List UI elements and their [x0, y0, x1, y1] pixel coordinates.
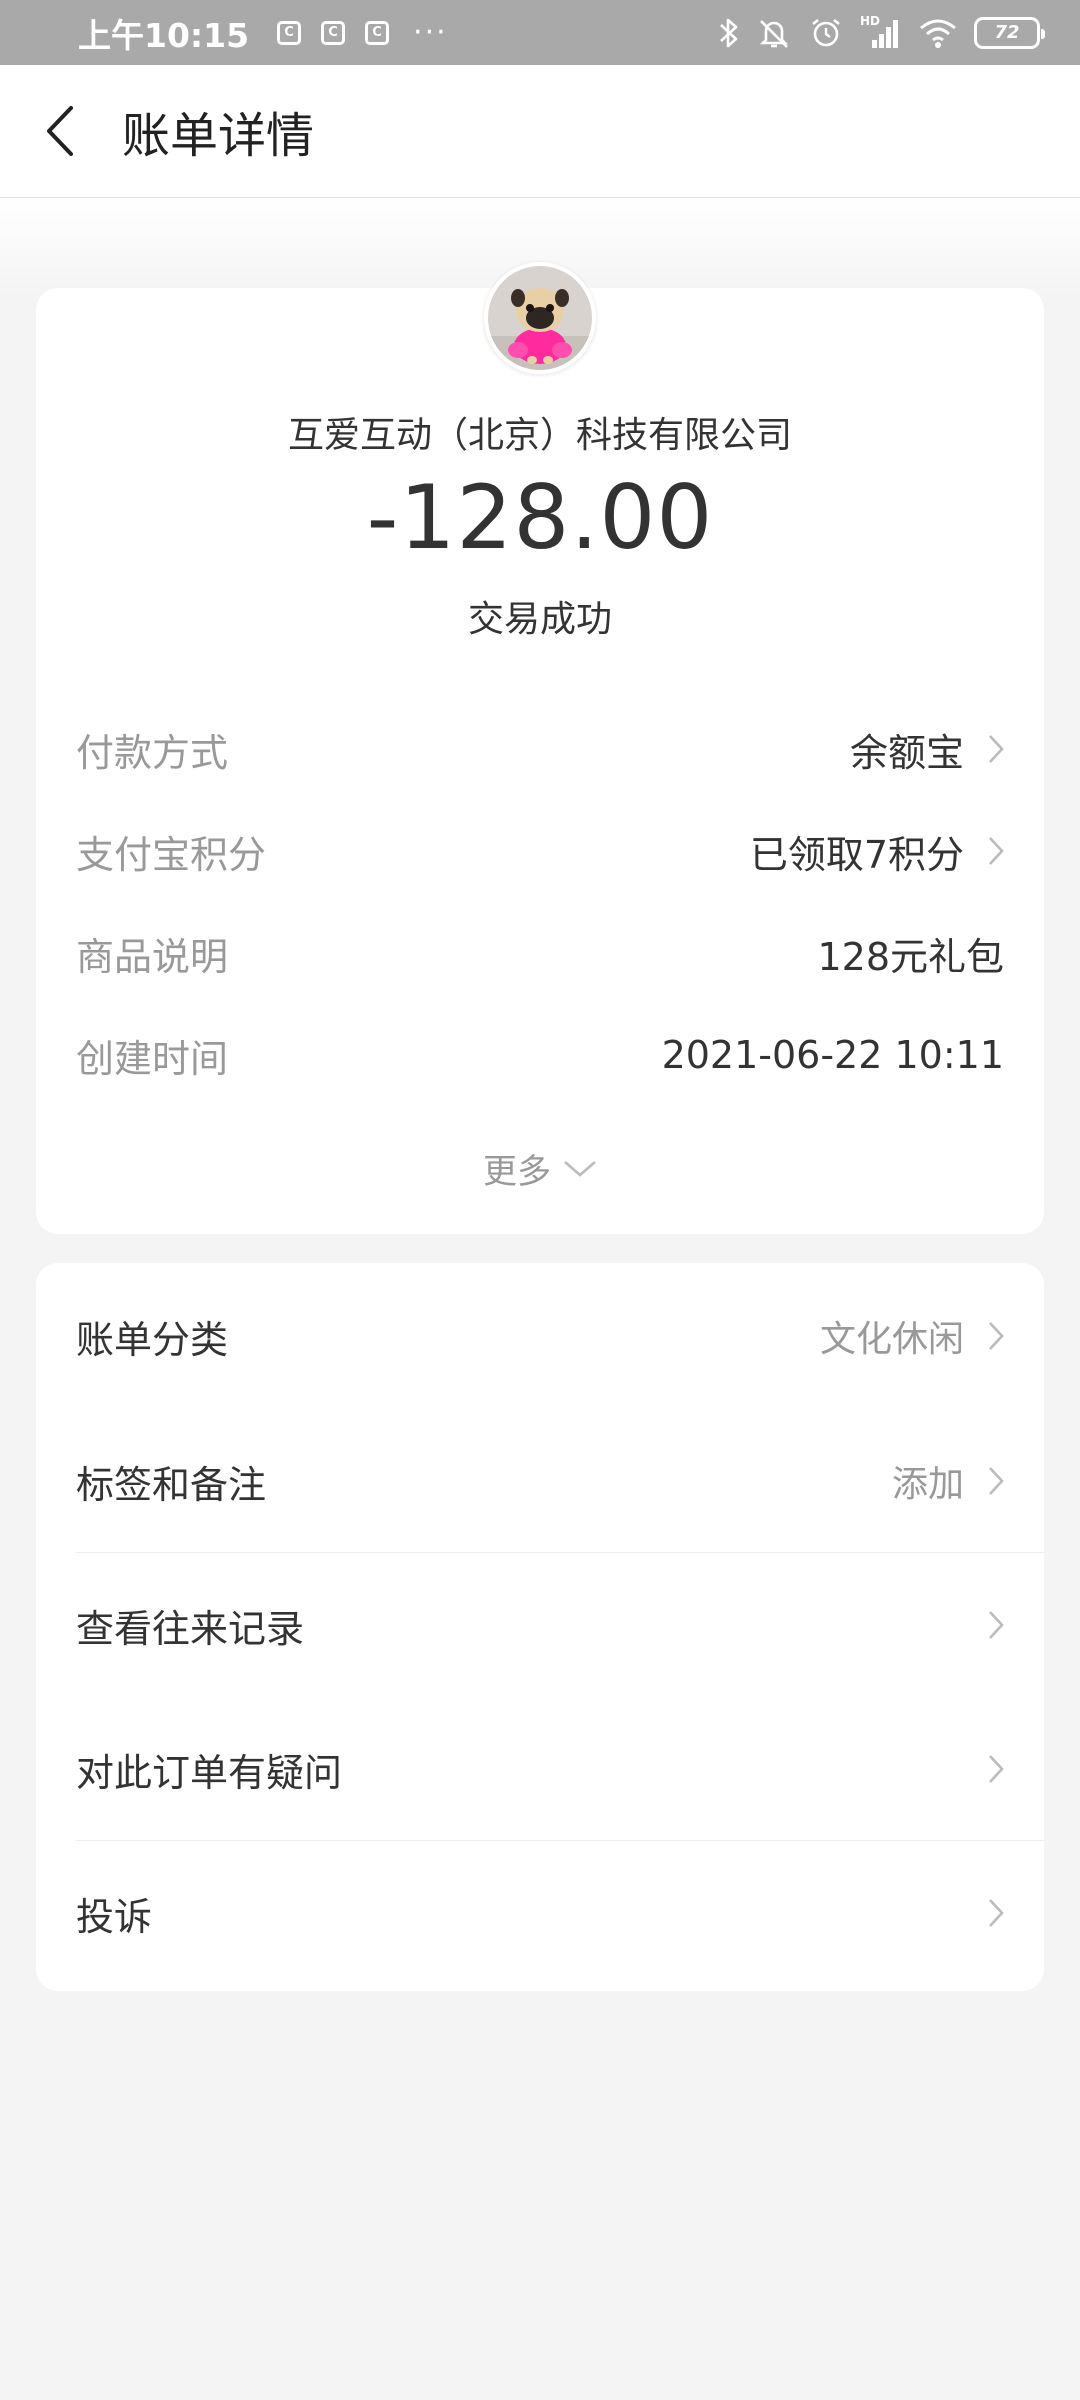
status-time: 上午10:15: [78, 15, 250, 55]
app-notification-icon: C: [277, 20, 302, 45]
merchant-name: 互爱互动（北京）科技有限公司: [287, 415, 792, 456]
page-title: 账单详情: [122, 108, 315, 164]
battery-level: 72: [994, 22, 1020, 43]
bill-actions-card: 账单分类 文化休闲 标签和备注 添加 查看往来记录 对此订单有疑问 投诉: [36, 1263, 1044, 1991]
detail-row-points[interactable]: 支付宝积分 已领取7积分: [36, 800, 1044, 902]
app-notification-icon: C: [365, 20, 390, 45]
action-row-complaint[interactable]: 投诉: [36, 1841, 1044, 1985]
merchant-avatar: [484, 262, 596, 374]
bluetooth-icon: [720, 18, 738, 47]
battery-icon: 72: [974, 16, 1045, 49]
action-label: 标签和备注: [76, 1462, 267, 1507]
action-label: 账单分类: [76, 1317, 229, 1362]
action-label: 投诉: [76, 1894, 153, 1939]
back-button[interactable]: [0, 65, 120, 197]
mute-icon: [759, 19, 789, 48]
bill-summary-card: 互爱互动（北京）科技有限公司 -128.00 交易成功 付款方式 余额宝 支付宝…: [36, 262, 1044, 1234]
pug-avatar-image: [488, 266, 592, 370]
chevron-down-icon: [564, 1160, 596, 1177]
transaction-status: 交易成功: [467, 599, 612, 640]
action-row-tags-notes[interactable]: 标签和备注 添加: [36, 1409, 1044, 1553]
chevron-right-icon: [988, 1466, 1004, 1496]
detail-row-created-time: 创建时间 2021-06-22 10:11: [36, 1004, 1044, 1106]
chevron-right-icon: [988, 1754, 1004, 1784]
detail-label: 创建时间: [76, 1036, 229, 1081]
transaction-amount: -128.00: [366, 466, 714, 569]
chevron-right-icon: [988, 1321, 1004, 1351]
more-notifications-icon: ···: [413, 14, 448, 50]
action-row-order-question[interactable]: 对此订单有疑问: [36, 1697, 1044, 1841]
detail-label: 支付宝积分: [76, 832, 267, 877]
chevron-right-icon: [988, 836, 1004, 866]
detail-list: 付款方式 余额宝 支付宝积分 已领取7积分 商品说明 128元礼包 创建时间 2…: [36, 698, 1044, 1106]
app-notification-icon: C: [321, 20, 346, 45]
signal-icon: HD: [860, 14, 902, 50]
chevron-right-icon: [988, 1610, 1004, 1640]
chevron-right-icon: [988, 1898, 1004, 1928]
detail-value: 已领取7积分: [749, 832, 964, 877]
detail-row-payment-method[interactable]: 付款方式 余额宝: [36, 698, 1044, 800]
detail-row-product: 商品说明 128元礼包: [36, 902, 1044, 1004]
chevron-left-icon: [47, 106, 73, 156]
detail-label: 商品说明: [76, 934, 229, 979]
status-icons: HD 72: [718, 14, 1045, 50]
more-label: 更多: [483, 1152, 551, 1192]
more-toggle-button[interactable]: 更多: [36, 1144, 1044, 1193]
detail-value: 2021-06-22 10:11: [661, 1033, 1004, 1077]
alarm-icon: [812, 18, 840, 46]
notification-icons: C C C: [277, 20, 390, 45]
action-label: 查看往来记录: [76, 1606, 305, 1651]
action-label: 对此订单有疑问: [76, 1750, 343, 1795]
chevron-right-icon: [988, 734, 1004, 764]
navigation-header: 账单详情: [0, 65, 1080, 198]
action-row-transaction-history[interactable]: 查看往来记录: [36, 1553, 1044, 1697]
detail-value: 余额宝: [849, 730, 964, 775]
action-value: 添加: [891, 1464, 964, 1505]
detail-value: 128元礼包: [817, 934, 1004, 979]
action-row-bill-category[interactable]: 账单分类 文化休闲: [36, 1263, 1044, 1409]
detail-label: 付款方式: [76, 730, 229, 775]
status-bar: 上午10:15 C C C ··· HD 72: [0, 0, 1080, 65]
action-value: 文化休闲: [819, 1319, 964, 1360]
wifi-icon: [920, 19, 956, 48]
